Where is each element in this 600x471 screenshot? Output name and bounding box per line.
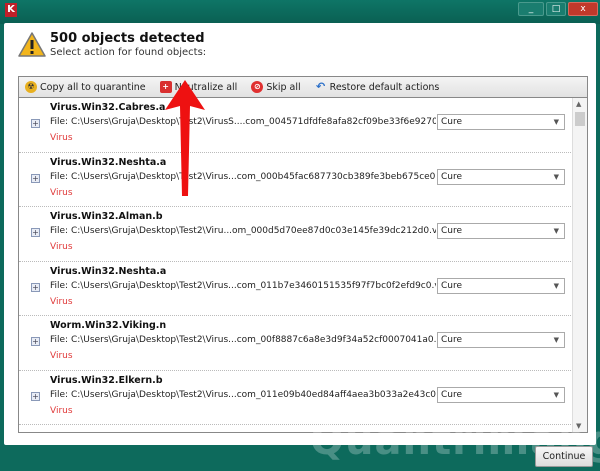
action-value: Cure [441, 226, 463, 236]
threat-type: Virus [50, 296, 73, 307]
file-path: File: C:\Users\Gruja\Desktop\Test2\Virus… [50, 335, 436, 345]
file-path: File: C:\Users\Gruja\Desktop\Test2\Viru.… [50, 226, 436, 236]
file-path: File: C:\Users\Gruja\Desktop\Test2\Virus… [50, 117, 436, 127]
restore-default-actions-button[interactable]: ↶ Restore default actions [315, 80, 440, 93]
threat-type: Virus [50, 242, 73, 252]
action-value: Cure [441, 335, 463, 345]
action-select[interactable]: Cure ▼ [437, 332, 565, 348]
scroll-up-icon[interactable]: ▲ [576, 100, 581, 108]
chevron-down-icon: ▼ [553, 227, 559, 235]
minimize-button[interactable]: _ [518, 2, 544, 16]
detected-objects-list: Virus.Win32.Cabres.a + File: C:\Users\Gr… [18, 98, 588, 433]
action-select[interactable]: Cure ▼ [437, 277, 565, 294]
threat-name: Virus.Win32.Elkern.b [50, 374, 163, 386]
action-value: Cure [441, 171, 463, 182]
kaspersky-logo-icon: K [5, 3, 17, 17]
expand-icon[interactable]: + [31, 282, 40, 292]
expand-icon[interactable]: + [31, 228, 40, 237]
threat-name: Virus.Win32.Neshta.a [50, 156, 167, 168]
threat-type: Virus [50, 351, 73, 361]
list-item: Worm.Win32.Viking.n + File: C:\Users\Gru… [19, 316, 587, 371]
list-item: Virus.Win32.Elkern.b + File: C:\Users\Gr… [19, 371, 587, 425]
continue-button[interactable]: Continue [535, 446, 593, 467]
threat-type: Virus [50, 133, 73, 143]
toolbar: ☢ Copy all to quarantine + Neutralize al… [18, 76, 588, 98]
maximize-button[interactable]: □ [546, 2, 566, 16]
copy-all-label: Copy all to quarantine [40, 81, 146, 93]
page-title: 500 objects detected [50, 31, 205, 46]
file-path: File: C:\Users\Gruja\Desktop\Test2\Virus… [50, 389, 436, 400]
threat-name: Virus.Win32.Alman.b [50, 211, 163, 222]
threat-name: Virus.Win32.Neshta.a [50, 265, 167, 277]
expand-icon[interactable]: + [31, 119, 40, 128]
threat-type: Virus [50, 187, 73, 198]
chevron-down-icon: ▼ [553, 281, 559, 290]
list-item: Virus.Win32.Alman.b + File: C:\Users\Gru… [19, 207, 587, 262]
action-select[interactable]: Cure ▼ [437, 386, 565, 403]
close-button[interactable]: x [568, 2, 598, 16]
skip-all-button[interactable]: ⊘ Skip all [251, 81, 301, 93]
chevron-down-icon: ▼ [553, 118, 559, 126]
undo-arrow-icon: ↶ [316, 80, 326, 93]
action-select[interactable]: Cure ▼ [437, 223, 565, 239]
page-subtitle: Select action for found objects: [50, 47, 207, 58]
skip-all-label: Skip all [266, 81, 301, 93]
expand-icon[interactable]: + [31, 391, 40, 401]
file-path: File: C:\Users\Gruja\Desktop\Test2\Virus… [50, 171, 436, 182]
chevron-down-icon: ▼ [553, 390, 559, 399]
list-item: Virus.Win32.Cabres.a + File: C:\Users\Gr… [19, 98, 587, 153]
action-value: Cure [441, 280, 463, 291]
chevron-down-icon: ▼ [553, 172, 559, 181]
action-value: Cure [441, 117, 463, 127]
copy-all-to-quarantine-button[interactable]: ☢ Copy all to quarantine [25, 81, 146, 93]
threat-name: Virus.Win32.Cabres.a [50, 102, 166, 113]
list-item: Virus.Win32.Neshta.a + File: C:\Users\Gr… [19, 153, 587, 207]
file-path: File: C:\Users\Gruja\Desktop\Test2\Virus… [50, 280, 436, 291]
threat-type: Virus [50, 405, 73, 416]
expand-icon[interactable]: + [31, 337, 40, 346]
title-bar: K _ □ x [0, 0, 600, 24]
threat-dialog: 500 objects detected Select action for f… [4, 23, 596, 445]
radiation-icon: ☢ [25, 81, 37, 93]
expand-icon[interactable]: + [31, 173, 40, 183]
annotation-arrow-icon [165, 80, 205, 196]
threat-name: Worm.Win32.Viking.n [50, 320, 167, 331]
restore-label: Restore default actions [329, 81, 440, 93]
list-item: Virus.Win32.Neshta.a + File: C:\Users\Gr… [19, 262, 587, 316]
action-select[interactable]: Cure ▼ [437, 114, 565, 130]
action-select[interactable]: Cure ▼ [437, 168, 565, 185]
action-value: Cure [441, 389, 463, 400]
warning-icon [18, 32, 46, 57]
scrollbar[interactable]: ▲ ▼ [572, 98, 587, 432]
no-entry-icon: ⊘ [251, 81, 264, 93]
chevron-down-icon: ▼ [553, 336, 559, 344]
scrollbar-thumb[interactable] [575, 112, 585, 126]
